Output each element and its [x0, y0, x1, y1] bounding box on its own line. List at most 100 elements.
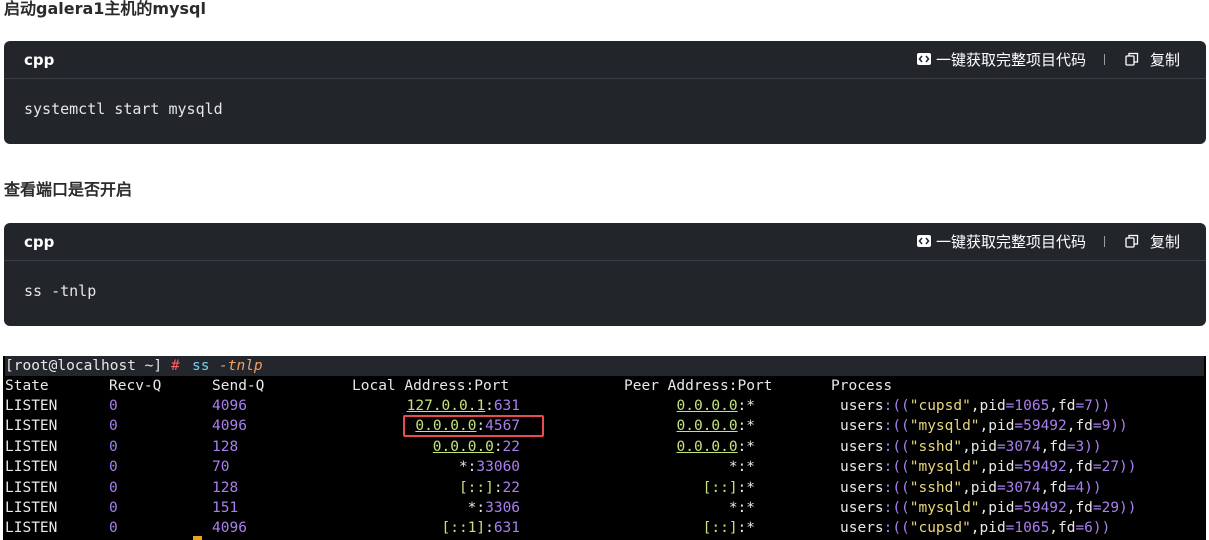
- row-process-token: )): [1092, 520, 1111, 537]
- terminal-screenshot: [root@localhost ~] # ss -tnlp State Recv…: [3, 356, 1206, 540]
- code-language-label: cpp: [24, 51, 55, 69]
- row-process-token: fd: [1058, 398, 1076, 414]
- header-recvq: Recv-Q: [109, 378, 162, 394]
- row-process-token: ": [953, 438, 963, 455]
- row-peer-address: *: [728, 500, 738, 516]
- row-process-token: :((: [883, 398, 910, 414]
- terminal-cursor: [193, 536, 202, 540]
- copy-button[interactable]: 复制: [1125, 231, 1180, 252]
- row-peer-address: 0.0.0.0: [676, 398, 738, 414]
- row-sendq: 128: [212, 479, 239, 496]
- get-full-code-button[interactable]: 一键获取完整项目代码: [916, 49, 1086, 70]
- row-process-token: users: [840, 459, 884, 476]
- row-peer-port: *: [746, 438, 755, 455]
- row-process-token: :((: [883, 500, 910, 516]
- row-state: LISTEN: [5, 500, 58, 516]
- terminal-command: ss: [192, 358, 210, 374]
- highlight-box-port-4567: [403, 415, 544, 437]
- row-process-pid: 59492: [1023, 418, 1067, 435]
- row-state: LISTEN: [5, 459, 58, 476]
- row-local-address: 0.0.0.0: [432, 438, 494, 455]
- row-peer-port: *: [746, 520, 755, 537]
- row-process-token: users: [840, 479, 884, 496]
- row-peer-address: [::]: [702, 479, 738, 496]
- row-peer-address: [::]: [702, 520, 738, 537]
- row-recvq: 0: [109, 459, 118, 476]
- row-sendq: 4096: [212, 418, 247, 435]
- row-process-token: ,: [979, 418, 989, 435]
- row-peer-port: *: [746, 398, 755, 414]
- row-local-port: 3306: [485, 500, 521, 516]
- row-process-token: ": [962, 398, 971, 414]
- row-process-proc_name: sshd: [918, 438, 954, 455]
- row-process-token: =: [1092, 418, 1102, 435]
- row-process-pid: 59492: [1023, 459, 1067, 476]
- code-block-check-ports: cpp 一键获取完整项目代码 复制 ss -tnlp: [4, 223, 1206, 326]
- row-peer-port: *: [746, 479, 755, 496]
- get-full-code-label: 一键获取完整项目代码: [935, 50, 1086, 69]
- row-process-token: )): [1110, 418, 1128, 435]
- row-process-fd: 29: [1101, 500, 1120, 516]
- row-process-token: =: [996, 479, 1006, 496]
- action-divider: [1103, 235, 1105, 247]
- row-process-token: pid: [970, 479, 997, 496]
- row-process-token: :((: [883, 418, 910, 435]
- row-process-token: =: [1092, 459, 1102, 476]
- row-process-token: =: [996, 438, 1006, 455]
- terminal-row: LISTEN 0 4096 [::1]:631 [::]: * users:((" cupsd…: [5, 518, 1204, 538]
- terminal-row: LISTEN 0 128 0.0.0.0:22 0.0.0.0: * users:((" ss…: [5, 437, 1204, 457]
- row-process-token: ,: [979, 459, 989, 476]
- row-process-pid: 1065: [1014, 520, 1050, 537]
- row-sendq: 70: [212, 459, 230, 476]
- row-sendq: 151: [212, 500, 239, 516]
- row-process-token: ,: [1049, 398, 1058, 414]
- row-process-token: =: [1075, 398, 1085, 414]
- row-peer-port: *: [746, 459, 755, 476]
- row-peer-address: *: [728, 459, 738, 476]
- row-local-port: 22: [502, 479, 521, 496]
- row-process-token: ": [953, 479, 963, 496]
- row-process-token: ": [962, 520, 971, 537]
- row-local-separator: :: [485, 520, 494, 537]
- header-process: Process: [831, 378, 893, 394]
- terminal-prompt-hash: #: [171, 358, 180, 374]
- row-process-token: )): [1084, 479, 1102, 496]
- row-local-port: 631: [493, 398, 521, 414]
- row-process-token: =: [1075, 520, 1085, 537]
- row-process-pid: 3074: [1005, 479, 1041, 496]
- terminal-prompt-line: [root@localhost ~] # ss -tnlp: [5, 356, 1204, 376]
- row-process-token: ": [970, 459, 980, 476]
- row-local-separator: :: [493, 438, 503, 455]
- get-full-code-button[interactable]: 一键获取完整项目代码: [916, 231, 1086, 252]
- row-state: LISTEN: [5, 479, 58, 496]
- terminal-row: LISTEN 0 128 [::]:22 [::]: * users:((" sshd ", pi…: [5, 478, 1204, 498]
- row-recvq: 0: [109, 398, 118, 414]
- row-process-token: ": [909, 438, 919, 455]
- copy-button[interactable]: 复制: [1125, 49, 1180, 70]
- terminal-row: LISTEN 0 151 *:3306 *: * users:((" mysqld ", pid =…: [5, 498, 1204, 518]
- row-process-token: pid: [988, 418, 1015, 435]
- row-local-separator: :: [485, 398, 494, 414]
- row-process-token: ,: [1049, 520, 1058, 537]
- row-peer-separator: :: [737, 438, 747, 455]
- code-icon: [916, 235, 931, 247]
- row-process-fd: 6: [1084, 520, 1093, 537]
- code-block-start-mysql: cpp 一键获取完整项目代码 复制 systemctl start mysqld: [4, 41, 1206, 144]
- terminal-prompt: [root@localhost ~]: [5, 358, 163, 374]
- row-local-separator: :: [476, 500, 486, 516]
- header-peer-address: Peer Address:Port: [624, 378, 773, 394]
- row-process-token: ,: [970, 398, 980, 414]
- row-process-token: =: [1005, 398, 1015, 414]
- row-process-fd: 3: [1075, 438, 1085, 455]
- row-process-fd: 9: [1101, 418, 1111, 435]
- row-process-proc_name: mysqld: [918, 418, 971, 435]
- row-process-token: =: [1066, 479, 1076, 496]
- row-process-token: ,: [1066, 418, 1076, 435]
- row-process-token: fd: [1049, 438, 1067, 455]
- terminal-row: LISTEN 0 4096 0.0.0.0:4567 0.0.0.0: * users:((…: [5, 416, 1204, 436]
- row-peer-separator: :: [737, 459, 747, 476]
- row-process-token: pid: [979, 398, 1006, 414]
- section-heading-start-mysql: 启动galera1主机的mysql: [4, 0, 206, 18]
- row-state: LISTEN: [5, 398, 58, 414]
- row-state: LISTEN: [5, 438, 58, 455]
